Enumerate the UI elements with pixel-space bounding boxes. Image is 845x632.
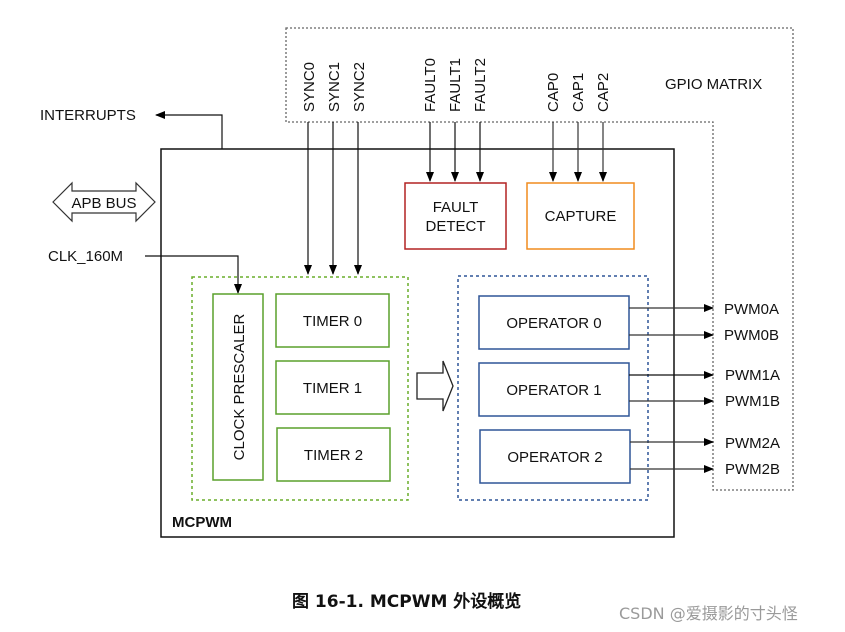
fault-detect-box	[404, 182, 507, 250]
fault-detect-label-1: FAULT	[433, 199, 479, 216]
capture-label: CAPTURE	[545, 208, 617, 225]
timer-1-label: TIMER 1	[303, 380, 362, 397]
fault1-label: FAULT1	[447, 58, 464, 112]
figure-caption: 图 16-1. MCPWM 外设概览	[292, 591, 521, 612]
sync1-label: SYNC1	[326, 62, 343, 112]
sync-labels: SYNC0 SYNC1 SYNC2	[301, 62, 368, 112]
timer-to-operator-arrow	[416, 360, 454, 412]
pwm2a-label: PWM2A	[725, 435, 780, 452]
gpio-matrix-label: GPIO MATRIX	[665, 76, 762, 93]
fault2-label: FAULT2	[472, 58, 489, 112]
sync2-label: SYNC2	[351, 62, 368, 112]
pwm0b-label: PWM0B	[724, 327, 779, 344]
cap1-label: CAP1	[570, 73, 587, 112]
operator-1-label: OPERATOR 1	[506, 382, 601, 399]
timer-2-label: TIMER 2	[304, 447, 363, 464]
pwm2b-label: PWM2B	[725, 461, 780, 478]
pwm0a-label: PWM0A	[724, 301, 779, 318]
fault-detect-label-2: DETECT	[426, 218, 486, 235]
timer-0-label: TIMER 0	[303, 313, 362, 330]
cap2-label: CAP2	[595, 73, 612, 112]
clock-prescaler-label: CLOCK PRESCALER	[231, 313, 248, 460]
watermark: CSDN @爱摄影的寸头怪	[619, 604, 798, 623]
clk-line	[145, 255, 242, 294]
interrupts-line	[155, 111, 223, 149]
cap-labels: CAP0 CAP1 CAP2	[545, 73, 612, 112]
fault0-label: FAULT0	[422, 58, 439, 112]
sync0-label: SYNC0	[301, 62, 318, 112]
interrupts-label: INTERRUPTS	[40, 107, 136, 124]
pwm1b-label: PWM1B	[725, 393, 780, 410]
pwm1a-label: PWM1A	[725, 367, 780, 384]
mcpwm-block-diagram: GPIO MATRIX SYNC0 SYNC1 SYNC2 FAULT0 FAU…	[40, 27, 798, 623]
clk-label: CLK_160M	[48, 248, 123, 265]
operator-2-label: OPERATOR 2	[507, 449, 602, 466]
operator-0-label: OPERATOR 0	[506, 315, 601, 332]
fault-labels: FAULT0 FAULT1 FAULT2	[422, 58, 489, 112]
cap0-label: CAP0	[545, 73, 562, 112]
mcpwm-label: MCPWM	[172, 514, 232, 531]
apb-bus-label: APB BUS	[71, 195, 136, 212]
